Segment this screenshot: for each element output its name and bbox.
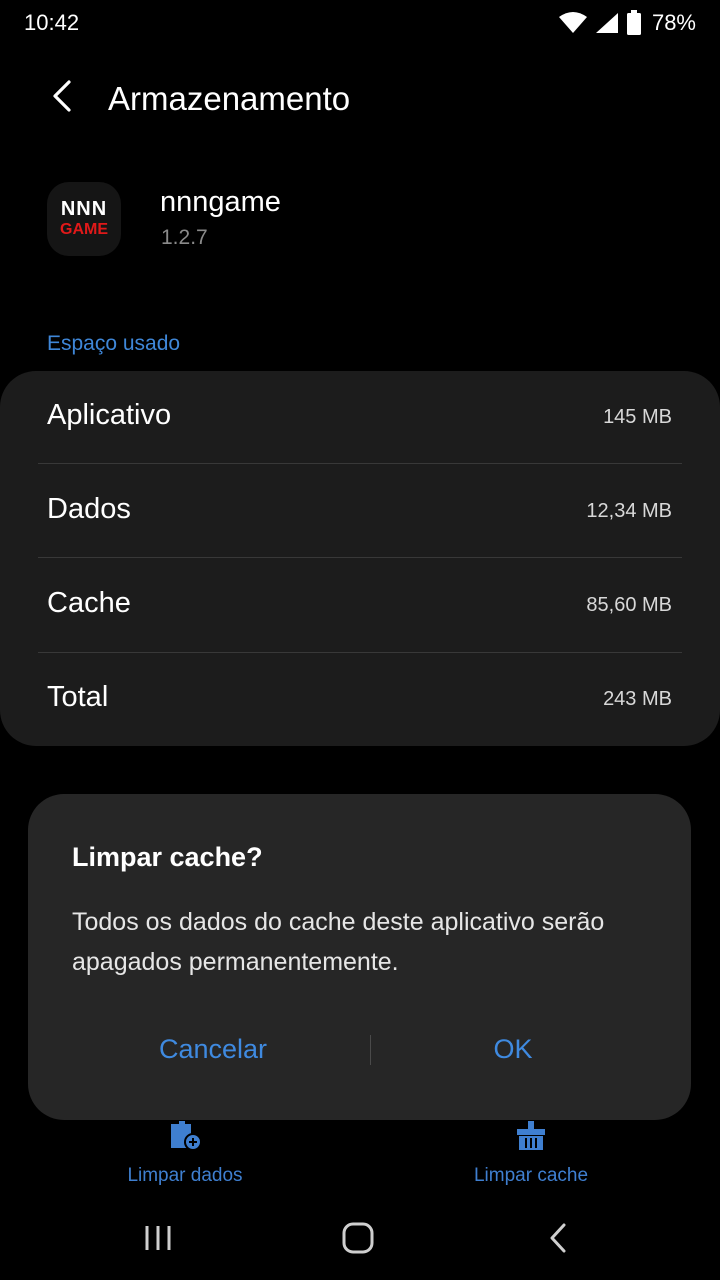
- top-app-bar: Armazenamento: [0, 66, 720, 132]
- app-name: nnngame: [160, 186, 281, 218]
- clear-data-button[interactable]: Limpar dados: [120, 1120, 250, 1187]
- storage-row-value: 243 MB: [603, 688, 672, 710]
- storage-row-label: Aplicativo: [47, 399, 172, 431]
- chevron-left-icon: [51, 79, 73, 118]
- storage-row-label: Total: [47, 681, 109, 713]
- wifi-icon: [558, 11, 588, 35]
- nav-back-button[interactable]: [528, 1220, 588, 1260]
- app-icon-text-top: NNN: [60, 198, 108, 220]
- app-icon: NNN GAME: [47, 182, 121, 256]
- home-icon: [342, 1222, 374, 1259]
- clear-cache-dialog: Limpar cache? Todos os dados do cache de…: [28, 794, 691, 1120]
- back-button[interactable]: [40, 76, 84, 120]
- ok-button[interactable]: OK: [368, 1024, 658, 1074]
- storage-row-label: Dados: [47, 493, 131, 525]
- cell-signal-icon: [594, 11, 620, 35]
- storage-row-value: 85,60 MB: [586, 594, 672, 616]
- storage-row-data: Dados 12,34 MB: [0, 465, 720, 559]
- cancel-button[interactable]: Cancelar: [68, 1024, 358, 1074]
- app-info: NNN GAME nnngame 1.2.7: [0, 178, 720, 268]
- dialog-message: Todos os dados do cache deste aplicativo…: [72, 908, 605, 976]
- system-navigation-bar: [0, 1200, 720, 1280]
- app-version: 1.2.7: [161, 226, 208, 249]
- storage-row-total: Total 243 MB: [0, 653, 720, 747]
- clear-cache-button[interactable]: Limpar cache: [466, 1120, 596, 1187]
- section-label-space-used: Espaço usado: [47, 332, 181, 355]
- storage-row-value: 145 MB: [603, 406, 672, 428]
- divider: [38, 557, 682, 558]
- home-button[interactable]: [328, 1220, 388, 1260]
- clear-data-icon: [167, 1120, 203, 1157]
- app-icon-text-bottom: GAME: [60, 221, 108, 238]
- storage-row-app: Aplicativo 145 MB: [0, 371, 720, 465]
- storage-row-cache: Cache 85,60 MB: [0, 559, 720, 653]
- clear-cache-icon: [514, 1120, 548, 1157]
- storage-usage-card: Aplicativo 145 MB Dados 12,34 MB Cache 8…: [0, 371, 720, 746]
- status-icons: 78%: [558, 8, 696, 38]
- status-time: 10:42: [24, 10, 80, 35]
- page-title: Armazenamento: [108, 80, 351, 117]
- clear-cache-label: Limpar cache: [473, 1165, 589, 1186]
- divider: [38, 463, 682, 464]
- bottom-actions: Limpar dados Limpar cache: [0, 1110, 720, 1190]
- battery-percent: 78%: [651, 10, 696, 35]
- battery-icon: [626, 10, 642, 36]
- storage-row-value: 12,34 MB: [586, 500, 672, 522]
- recents-icon: [143, 1224, 173, 1257]
- storage-row-label: Cache: [47, 587, 131, 619]
- clear-data-label: Limpar dados: [127, 1165, 243, 1186]
- back-icon: [548, 1222, 568, 1259]
- dialog-title: Limpar cache?: [72, 842, 263, 872]
- recents-button[interactable]: [128, 1220, 188, 1260]
- status-bar: 10:42 78%: [0, 0, 720, 46]
